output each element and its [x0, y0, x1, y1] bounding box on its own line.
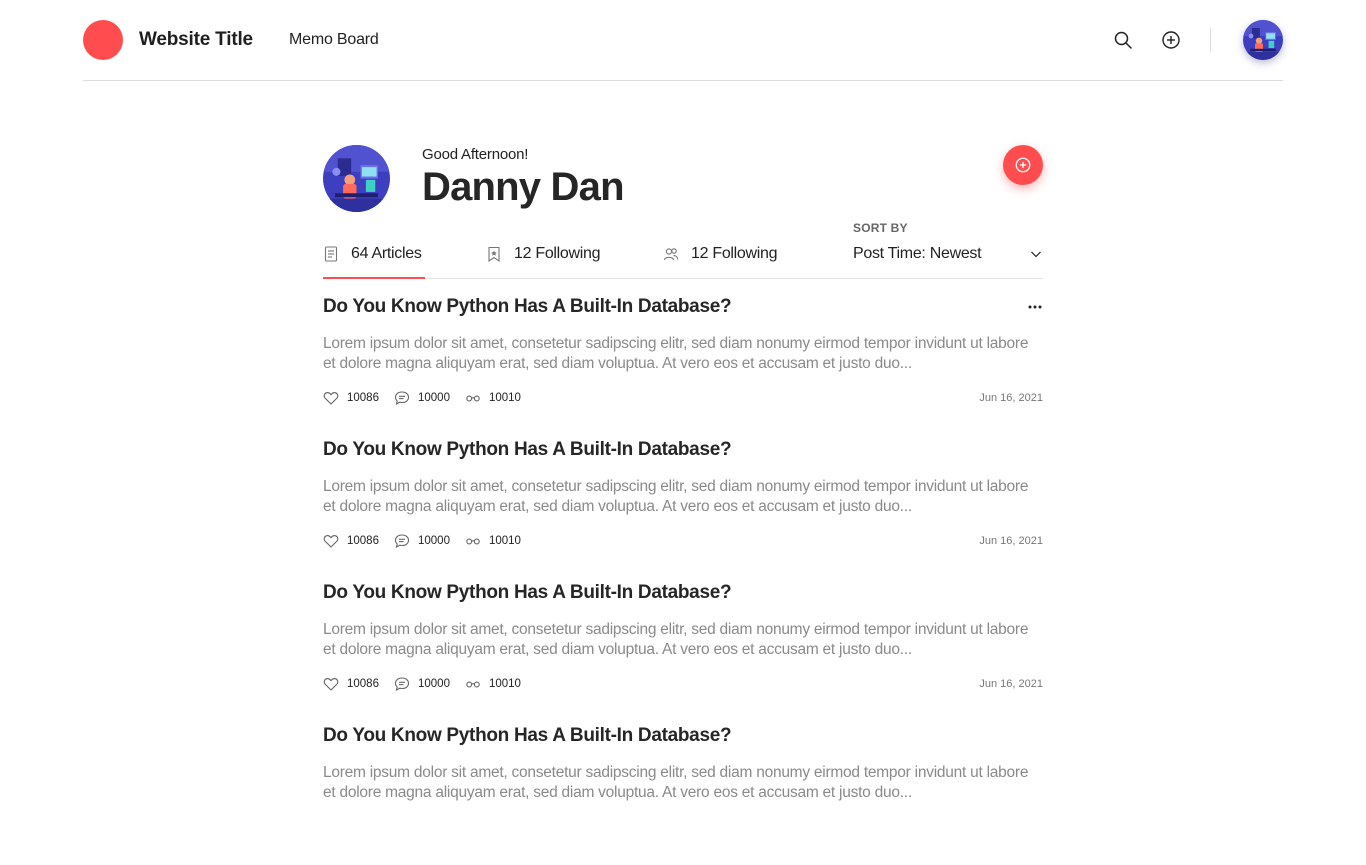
- glasses-icon: [466, 538, 480, 545]
- greeting-text: Good Afternoon!: [422, 146, 529, 163]
- search-icon[interactable]: [1113, 30, 1133, 50]
- article-meta: 10086 10000 10010: [323, 676, 536, 692]
- tab-followers-label: 12 Following: [691, 245, 778, 262]
- active-tab-indicator: [323, 277, 425, 279]
- heart-icon: [323, 678, 339, 691]
- article-item[interactable]: Do You Know Python Has A Built-In Databa…: [323, 722, 1043, 865]
- plus-circle-icon[interactable]: [1161, 30, 1181, 50]
- comment-count: 10000: [417, 392, 450, 404]
- plus-circle-icon: [1015, 157, 1031, 173]
- article-title[interactable]: Do You Know Python Has A Built-In Databa…: [323, 296, 732, 318]
- article-item[interactable]: Do You Know Python Has A Built-In Databa…: [323, 293, 1043, 436]
- article-date: Jun 16, 2021: [979, 678, 1043, 690]
- glasses-icon: [466, 395, 480, 402]
- profile-tabs: 64 Articles 12 Following 12 Following SO…: [323, 216, 1043, 279]
- profile-avatar: [323, 145, 390, 212]
- site-title[interactable]: Website Title: [139, 29, 253, 51]
- bookmark-icon: [488, 246, 500, 262]
- sort-label: SORT BY: [853, 221, 908, 235]
- heart-icon: [323, 535, 339, 548]
- like-button[interactable]: 10086: [323, 533, 379, 549]
- tab-following-label: 12 Following: [514, 245, 601, 262]
- article-title[interactable]: Do You Know Python Has A Built-In Databa…: [323, 725, 732, 747]
- like-count: 10086: [347, 678, 379, 690]
- tab-articles-label: 64 Articles: [351, 245, 422, 262]
- article-item[interactable]: Do You Know Python Has A Built-In Databa…: [323, 579, 1043, 722]
- views-indicator: 10010: [465, 390, 521, 406]
- more-dots-icon[interactable]: [1027, 299, 1043, 315]
- views-count: 10010: [488, 535, 521, 547]
- like-button[interactable]: 10086: [323, 676, 379, 692]
- chevron-down-icon: [1031, 251, 1041, 258]
- like-button[interactable]: 10086: [323, 390, 379, 406]
- article-excerpt: Lorem ipsum dolor sit amet, consetetur s…: [323, 621, 1029, 658]
- new-article-button[interactable]: [1003, 145, 1043, 185]
- comment-count: 10000: [417, 535, 450, 547]
- like-count: 10086: [347, 535, 379, 547]
- tab-articles[interactable]: 64 Articles: [323, 243, 422, 265]
- like-count: 10086: [347, 392, 379, 404]
- user-name: Danny Dan: [422, 165, 625, 209]
- users-icon: [663, 248, 679, 261]
- views-indicator: 10010: [465, 533, 521, 549]
- comment-icon: [394, 391, 410, 406]
- comment-icon: [394, 677, 410, 692]
- nav-memo-board[interactable]: Memo Board: [289, 31, 379, 49]
- article-meta: 10086 10000 10010: [323, 390, 536, 406]
- sort-dropdown[interactable]: Post Time: Newest: [853, 243, 1043, 265]
- heart-icon: [323, 392, 339, 405]
- article-meta: 10086 10000 10010: [323, 533, 536, 549]
- sort-value: Post Time: Newest: [853, 245, 982, 262]
- comment-button[interactable]: 10000: [394, 390, 450, 406]
- views-count: 10010: [488, 678, 521, 690]
- article-date: Jun 16, 2021: [979, 392, 1043, 404]
- comment-count: 10000: [417, 678, 450, 690]
- article-excerpt: Lorem ipsum dolor sit amet, consetetur s…: [323, 764, 1029, 801]
- article-item[interactable]: Do You Know Python Has A Built-In Databa…: [323, 436, 1043, 579]
- comment-button[interactable]: 10000: [394, 533, 450, 549]
- tab-following[interactable]: 12 Following: [486, 243, 601, 265]
- comment-button[interactable]: 10000: [394, 676, 450, 692]
- article-excerpt: Lorem ipsum dolor sit amet, consetetur s…: [323, 335, 1029, 372]
- header-divider: [1210, 28, 1211, 52]
- article-excerpt: Lorem ipsum dolor sit amet, consetetur s…: [323, 478, 1029, 515]
- user-avatar[interactable]: [1243, 20, 1283, 60]
- comment-icon: [394, 534, 410, 549]
- article-title[interactable]: Do You Know Python Has A Built-In Databa…: [323, 439, 732, 461]
- top-header: Website Title Memo Board: [83, 0, 1283, 81]
- article-title[interactable]: Do You Know Python Has A Built-In Databa…: [323, 582, 732, 604]
- glasses-icon: [466, 681, 480, 688]
- article-list: Do You Know Python Has A Built-In Databa…: [323, 293, 1043, 865]
- article-date: Jun 16, 2021: [979, 535, 1043, 547]
- views-indicator: 10010: [465, 676, 521, 692]
- document-icon: [324, 246, 338, 262]
- tab-followers[interactable]: 12 Following: [663, 243, 778, 265]
- logo[interactable]: [83, 20, 123, 60]
- views-count: 10010: [488, 392, 521, 404]
